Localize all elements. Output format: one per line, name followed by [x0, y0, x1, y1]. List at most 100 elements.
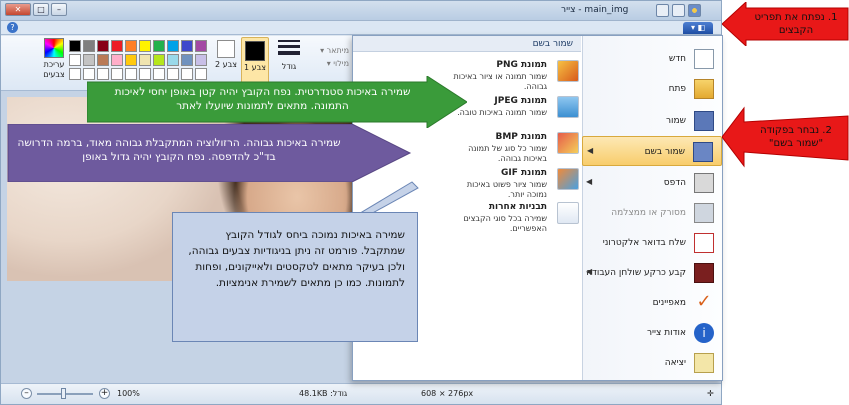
menu-item-save-as[interactable]: שמור בשם ◀	[582, 136, 722, 166]
palette-color-14[interactable]	[125, 54, 137, 66]
palette-color-1[interactable]	[83, 40, 95, 52]
image-dimensions: 608 × 276px	[421, 389, 474, 398]
paint-app-icon[interactable]	[688, 4, 701, 17]
palette-color-0[interactable]	[69, 40, 81, 52]
color1-label: צבע 1	[243, 63, 266, 72]
palette-color-3[interactable]	[111, 40, 123, 52]
quick-access-toolbar	[656, 4, 701, 17]
color2-button[interactable]: צבע 2	[215, 38, 237, 70]
save-as-option-title: תבניות אחרות	[488, 202, 547, 212]
info-icon: i	[694, 323, 714, 343]
menu-item-label: חדש	[668, 54, 686, 64]
palette-color-8[interactable]	[181, 40, 193, 52]
qa-dropdown-icon[interactable]	[656, 4, 669, 17]
blue-callout-text: שמירה באיכות נמוכה ביחס לגודל הקובץ שמתק…	[188, 229, 405, 289]
step1-callout: 1. נפתח את תפריט הקבצים	[722, 2, 849, 46]
file-size-readout: גודל: 48.1KB	[299, 389, 348, 398]
palette-color-17[interactable]	[167, 54, 179, 66]
other-formats-icon	[557, 202, 579, 224]
purple-callout-text: שמירה באיכות גבוהה. הרזולוציה המתקבלת גב…	[17, 137, 341, 163]
color2-swatch	[217, 40, 235, 58]
save-as-option-title: תמונת BMP	[495, 132, 547, 142]
zoom-slider-thumb[interactable]	[61, 388, 66, 399]
palette-color-12[interactable]	[97, 54, 109, 66]
palette-color-10[interactable]	[69, 54, 81, 66]
color1-swatch	[245, 41, 265, 61]
save-as-option-title: תמונת JPEG	[494, 96, 547, 106]
palette-color-4[interactable]	[125, 40, 137, 52]
color-palette	[69, 40, 207, 80]
minimize-button[interactable]: –	[51, 3, 67, 16]
palette-color-19[interactable]	[195, 54, 207, 66]
palette-color-7[interactable]	[167, 40, 179, 52]
file-menu-button[interactable]: ▾ ◧	[683, 22, 713, 34]
palette-color-2[interactable]	[97, 40, 109, 52]
menu-item-new-file[interactable]: חדש	[582, 44, 722, 74]
help-icon[interactable]: ?	[7, 22, 18, 33]
menu-item-label: אודות צייר	[646, 328, 686, 338]
png-image-icon	[557, 60, 579, 82]
palette-color-16[interactable]	[153, 54, 165, 66]
gif-image-icon	[557, 168, 579, 190]
scanner-icon	[694, 203, 714, 223]
status-bar: – + 100% גודל: 48.1KB 608 × 276px ✛	[1, 383, 721, 404]
menu-item-label: הדפס	[663, 178, 686, 188]
file-menu-commands: חדש פתח שמור שמור בשם ◀ הדפס ◀ מסורק או ממצלמה ש…	[582, 36, 722, 380]
submenu-arrow-icon: ◀	[586, 267, 593, 276]
title-bar: ✕ □ – main_img - צייר	[1, 1, 721, 21]
menu-item-label: מאפיינים	[652, 298, 686, 308]
menu-item-save[interactable]: שמור	[582, 106, 722, 136]
palette-color-18[interactable]	[181, 54, 193, 66]
zoom-level: 100%	[117, 389, 140, 398]
palette-color-15[interactable]	[139, 54, 151, 66]
color2-label: צבע 2	[214, 60, 237, 69]
palette-color-13[interactable]	[111, 54, 123, 66]
menu-item-label: מסורק או ממצלמה	[611, 208, 686, 218]
save-as-header: שמור בשם	[353, 36, 581, 52]
edit-colors-label: עריכת צבעים	[43, 60, 65, 79]
menu-item-open-folder[interactable]: פתח	[582, 74, 722, 104]
menu-item-printer[interactable]: הדפס ◀	[582, 168, 722, 198]
zoom-in-button[interactable]: +	[99, 388, 110, 399]
maximize-button[interactable]: □	[33, 3, 49, 16]
zoom-out-button[interactable]: –	[21, 388, 32, 399]
menu-item-label: שלח בדואר אלקטרוני	[602, 238, 686, 248]
save-as-option-title: תמונת PNG	[496, 60, 547, 70]
edit-colors-button[interactable]: עריכת צבעים	[39, 38, 69, 80]
size-button[interactable]: גודל	[273, 38, 305, 72]
ribbon-tab-bar: ? ▾ ◧	[1, 21, 721, 35]
bmp-image-icon	[557, 132, 579, 154]
shape-style-group: מיתאר ▾ מילוי ▾	[307, 44, 349, 70]
outline-dropdown[interactable]: מיתאר ▾	[307, 44, 349, 57]
menu-item-label: שמור בשם	[644, 147, 685, 157]
step1-text: 1. נפתח את תפריט הקבצים	[754, 12, 838, 36]
qa-save-icon[interactable]	[672, 4, 685, 17]
palette-color-11[interactable]	[83, 54, 95, 66]
save-as-option-description: שמירה בכל סוגי הקבצים האפשריים.	[463, 214, 548, 233]
open-folder-icon	[694, 79, 714, 99]
menu-item-email[interactable]: שלח בדואר אלקטרוני	[582, 228, 722, 258]
menu-item-check[interactable]: ✓ מאפיינים	[582, 288, 722, 318]
step2-callout: 2. נבחר בפקודה "שמור בשם"	[722, 96, 849, 178]
green-callout-text: שמירה באיכות סטנדרטית. נפח הקובץ יהיה קט…	[114, 86, 411, 112]
fill-dropdown[interactable]: מילוי ▾	[307, 57, 349, 70]
menu-item-label: שמור	[665, 116, 686, 126]
palette-color-9[interactable]	[195, 40, 207, 52]
window-title: main_img - צייר	[561, 5, 629, 15]
menu-item-info[interactable]: i אודות צייר	[582, 318, 722, 348]
submenu-arrow-icon: ◀	[587, 146, 594, 155]
color-wheel-icon	[44, 38, 64, 58]
palette-color-5[interactable]	[139, 40, 151, 52]
palette-color-20[interactable]	[69, 68, 81, 80]
save-as-icon	[693, 142, 713, 162]
menu-item-scanner[interactable]: מסורק או ממצלמה	[582, 198, 722, 228]
exit-icon	[694, 353, 714, 373]
palette-color-6[interactable]	[153, 40, 165, 52]
desktop-icon	[694, 263, 714, 283]
menu-item-exit[interactable]: יציאה	[582, 348, 722, 378]
close-button[interactable]: ✕	[5, 3, 31, 16]
save-icon	[694, 111, 714, 131]
menu-item-desktop[interactable]: קבע כרקע שולחן העבודה ◀	[582, 258, 722, 288]
new-file-icon	[694, 49, 714, 69]
menu-item-label: פתח	[668, 84, 686, 94]
